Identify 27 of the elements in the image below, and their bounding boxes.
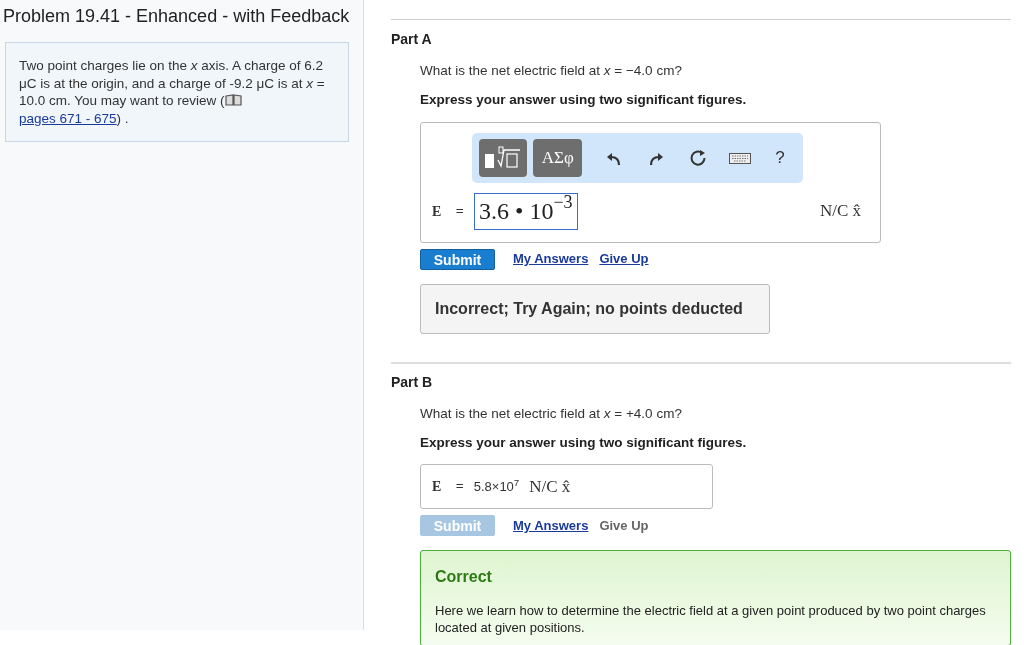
templates-button[interactable] (479, 138, 528, 177)
units-label: N/C x̂ (529, 475, 571, 498)
question-text: What is the net electric field at x = +4.0 cm? (420, 404, 683, 423)
problem-text: Two point charges lie on the x axis. A charge of 6.2 μC is at the origin, and a charge of -9.2 μC is at x = 10.0 cm. You may want to review ( pages 671 - 675) . (19, 57, 326, 127)
answer-field[interactable]: 3.6 • 10$^{−3}$ (474, 192, 578, 230)
feedback-title: Incorrect; Try Again; no points deducted (435, 298, 743, 319)
instruction-text: Express your answer using two significant figures. (420, 91, 748, 110)
my-answers-link[interactable]: My Answers (513, 249, 589, 269)
feedback-text: Here we learn how to determine the electric field at a given point produced by two point charges located at given positions. (435, 602, 987, 636)
variable-label: E⃗ = (432, 478, 464, 496)
instruction-text: Express your answer using two significant figures. (420, 433, 748, 452)
question-text: What is the net electric field at x = −4.0 cm? (420, 62, 683, 80)
part-title: Part B (391, 372, 434, 392)
give-up-link[interactable]: Give Up (599, 249, 649, 269)
variable-label: E⃗ = (432, 202, 465, 221)
help-button[interactable]: ? (763, 138, 796, 177)
units-label: N/C x̂ (819, 200, 861, 223)
symbols-button[interactable]: ΑΣφ (533, 138, 583, 177)
reset-icon (689, 148, 707, 167)
submit-button[interactable]: Submit (420, 248, 495, 270)
problem-title: Problem 19.41 - Enhanced - with Feedback (2, 5, 351, 27)
my-answers-link[interactable]: My Answers (513, 515, 589, 536)
book-icon (224, 94, 242, 106)
part-title: Part A (391, 30, 433, 49)
feedback-title: Correct (435, 567, 493, 587)
answer-value: 5.8×10$^{7}$ (473, 476, 520, 496)
textbook-link[interactable]: pages 671 - 675 (19, 110, 117, 126)
